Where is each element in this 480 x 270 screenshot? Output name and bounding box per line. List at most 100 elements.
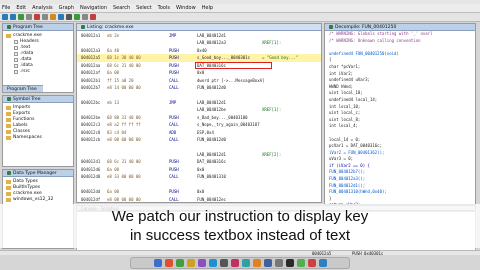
dock-app-icon[interactable] [274,259,283,267]
listing-row[interactable] [77,144,321,151]
listing-row[interactable]: 004012dd 6a 00 PUSH 0x0 [77,188,321,195]
dock-app-icon[interactable] [285,259,294,267]
listing-operands: 0x0 [197,70,205,76]
listing-row[interactable]: 004012aa 68 6c 31 40 00 PUSH DAT_0040316c [77,61,321,69]
listing-row[interactable]: 004012a1 eb 2e JMP LAB_004012d1 [77,32,321,39]
listing-bytes: 68 80 31 40 00 [107,114,141,120]
listing-row[interactable]: 004012d8 e8 33 00 00 00 CALL FUN_00401310 [77,173,321,180]
listing-title: Listing: crackme.exe [87,24,134,30]
toolbar-button-icon[interactable] [82,14,88,20]
listing-mnemonic: PUSH [169,114,179,120]
decompiler-line: pcVar1 = DAT_0040316c; [329,143,382,149]
listing-mnemonic: CALL [169,122,179,128]
menu-item-navigation[interactable]: Navigation [80,5,107,11]
selection-highlight [195,61,272,69]
listing-row[interactable]: LAB_004012be XREF[1]: [77,106,321,113]
toolbar-button-icon[interactable] [74,14,80,20]
menu-item-select[interactable]: Select [136,5,151,11]
decompiler-line: FUN_004012a3(); [329,176,366,182]
menu-item-tools[interactable]: Tools [158,5,170,11]
decompiler-line: FUN_004012d1(); [329,182,366,188]
listing-header: Listing: crackme.exe [77,24,321,31]
data-type-item-label: windows_vs12_32 [13,197,54,202]
listing-xref: XREF[1]: [262,107,282,113]
listing-row[interactable] [77,92,321,99]
symbol-tree-header: Symbol Tree [3,96,73,103]
toolbar-button-icon[interactable] [42,14,48,20]
listing-row[interactable]: 004012b7 e8 14 00 00 00 CALL FUN_004012d0 [77,84,321,91]
dock-app-icon[interactable] [307,259,316,267]
symbol-tree-item[interactable]: Namespaces [6,135,73,141]
toolbar-button-icon[interactable] [10,14,16,20]
dock-app-icon[interactable] [296,259,305,267]
dock-app-icon[interactable] [252,259,261,267]
listing-row[interactable]: 004012af 6a 00 PUSH 0x0 [77,69,321,76]
listing-row[interactable] [77,181,321,188]
listing-mnemonic: CALL [169,85,179,91]
listing-bytes: e8 14 00 00 00 [107,85,141,91]
listing-row[interactable]: 004012be 68 80 31 40 00 PUSH s_Bad_boy..._0… [77,114,321,121]
listing-row[interactable]: 004012df e8 08 00 00 00 CALL FUN_004012ec [77,196,321,202]
decompiler-line: HWND hWnd; [329,83,354,89]
listing-row[interactable]: LAB_004012a3 XREF[1]: [77,39,321,46]
dock-app-icon[interactable] [197,259,206,267]
decompiler-header: Decompile: FUN_00401250 [325,24,475,31]
listing-row[interactable]: 004012c3 e8 a2 ff ff ff CALL s_Nope,_try_ag… [77,121,321,128]
listing-operands: FUN_004012ec [197,196,226,202]
listing-row[interactable]: 004012b1 ff 15 a0 20 CALL dword ptr [->...M… [77,77,321,84]
listing-address: 004012d1 [81,159,101,165]
file-icon [14,40,18,44]
dock-app-icon[interactable] [175,259,184,267]
decompiler-panel: Decompile: FUN_00401250 /* WARNING: Glob… [324,23,476,205]
toolbar-button-icon[interactable] [34,14,40,20]
file-icon [14,64,18,68]
dock-app-icon[interactable] [318,259,327,267]
listing-bytes: 6a 00 [107,189,120,195]
listing-bytes: 6a 40 [107,47,120,53]
dock-app-icon[interactable] [186,259,195,267]
menu-item-analysis[interactable]: Analysis [32,5,53,11]
dock-app-icon[interactable] [219,259,228,267]
listing-row[interactable]: LAB_004012d1 XREF[2]: [77,151,321,158]
dock-app-icon[interactable] [164,259,173,267]
toolbar-button-icon[interactable] [90,14,96,20]
program-tree-tab[interactable]: Program Tree [3,85,43,92]
listing-mnemonic: CALL [169,137,179,143]
listing-operands: dword ptr [->...MessageBoxA] [197,77,265,83]
menu-item-search[interactable]: Search [113,5,130,11]
listing-row[interactable]: 004012cb e8 00 00 00 00 CALL FUN_004012d0 [77,136,321,143]
menu-item-file[interactable]: File [2,5,10,11]
dock-app-icon[interactable] [241,259,250,267]
dock-app-icon[interactable] [263,259,272,267]
data-type-item[interactable]: windows_vs12_32 [6,197,73,203]
tree-icon [7,25,11,29]
folder-icon [6,118,11,122]
toolbar-button-icon[interactable] [66,14,72,20]
menu-item-window[interactable]: Window [176,5,196,11]
listing-operands: DAT_0040316c [197,159,226,165]
folder-icon [6,112,11,116]
toolbar-button-icon[interactable] [26,14,32,20]
listing-row[interactable]: 004012a3 6a 40 PUSH 0x40 [77,47,321,54]
file-icon [14,70,18,74]
data-type-manager-header: Data Type Manager [3,170,73,177]
menu-item-help[interactable]: Help [202,5,213,11]
menu-item-graph[interactable]: Graph [59,5,74,11]
listing-row[interactable]: 004012c8 83 c4 04 ADD ESP,0x4 [77,129,321,136]
listing-row[interactable]: 004012a5 68 1c 30 40 00 PUSH s_Good_boy..._… [77,54,321,62]
decompiler-line: if (iVar2 == 0) { [329,162,370,168]
program-tree-item[interactable]: .rsrc [14,69,73,75]
listing-row[interactable]: 004012bc eb 13 JMP LAB_004012d1 [77,99,321,106]
toolbar-button-icon[interactable] [18,14,24,20]
toolbar-button-icon[interactable] [50,14,56,20]
menu-item-edit[interactable]: Edit [16,5,26,11]
toolbar-button-icon[interactable] [58,14,64,20]
program-tree-tab-label: Program Tree [7,86,37,92]
dock-app-icon[interactable] [208,259,217,267]
toolbar-button-icon[interactable] [2,14,8,20]
listing-row[interactable]: 004012d1 68 6c 31 40 00 PUSH DAT_0040316c [77,158,321,165]
listing-bytes: 68 1c 30 40 00 [107,55,141,61]
listing-row[interactable]: 004012d6 6a 00 PUSH 0x0 [77,166,321,173]
dock-app-icon[interactable] [153,259,162,267]
dock-app-icon[interactable] [230,259,239,267]
